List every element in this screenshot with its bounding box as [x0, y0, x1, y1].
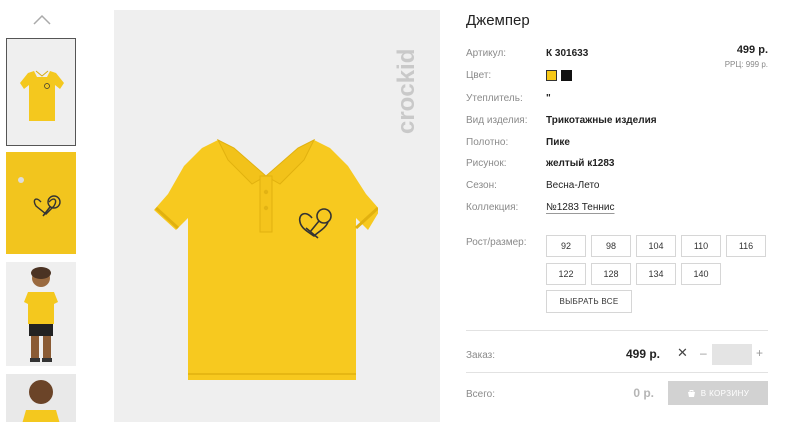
color-swatch-black[interactable]	[561, 70, 572, 81]
total-label: Всего:	[466, 389, 495, 400]
insulation-value: "	[546, 93, 551, 104]
pattern-label: Рисунок:	[466, 158, 507, 169]
pattern-value: желтый к1283	[546, 158, 615, 169]
svg-text:crockid: crockid	[393, 49, 420, 134]
model-back-thumbnail-image	[22, 380, 60, 422]
add-to-cart-label: В КОРЗИНУ	[700, 388, 750, 398]
cart-icon	[687, 389, 695, 397]
quantity-decrease-button[interactable]: –	[700, 346, 707, 360]
order-price: 499 р.	[625, 347, 660, 361]
color-swatch-yellow[interactable]	[546, 70, 557, 81]
fabric-label: Полотно:	[466, 137, 509, 148]
season-label: Сезон:	[466, 180, 497, 191]
size-label: Рост/размер:	[466, 237, 527, 248]
size-option-122[interactable]: 122	[546, 263, 586, 285]
collection-link[interactable]: №1283 Теннис	[546, 202, 615, 213]
crockid-logo: crockid	[393, 49, 420, 134]
yellow-polo-shirt-image	[154, 138, 378, 380]
thumbnail-front-view[interactable]	[6, 38, 76, 146]
select-all-sizes-button[interactable]: ВЫБРАТЬ ВСЕ	[546, 290, 632, 313]
remove-order-icon[interactable]: ✕	[677, 345, 688, 361]
thumbnails-up-button[interactable]	[32, 12, 52, 28]
size-option-92[interactable]: 92	[546, 235, 586, 257]
product-type-value: Трикотажные изделия	[546, 115, 657, 126]
quantity-input[interactable]	[712, 344, 752, 365]
season-value: Весна-Лето	[546, 180, 600, 191]
size-option-128[interactable]: 128	[591, 263, 631, 285]
chevron-up-icon	[33, 14, 51, 25]
product-title: Джемпер	[466, 12, 530, 29]
total-value: 0 р.	[633, 386, 654, 400]
logo-detail-thumbnail-image	[6, 152, 76, 254]
thumbnail-model-back[interactable]	[6, 374, 76, 422]
size-option-116[interactable]: 116	[726, 235, 766, 257]
recommended-retail-price: РРЦ: 999 р.	[724, 60, 768, 69]
model-thumbnail-image	[24, 267, 58, 362]
article-value: К 301633	[546, 48, 589, 59]
thumbnail-detail-view[interactable]	[6, 152, 76, 254]
collection-label: Коллекция:	[466, 202, 519, 213]
size-option-110[interactable]: 110	[681, 235, 721, 257]
color-label: Цвет:	[466, 70, 492, 81]
size-option-134[interactable]: 134	[636, 263, 676, 285]
product-price: 499 р.	[736, 44, 768, 56]
article-label: Артикул:	[466, 48, 507, 59]
size-option-104[interactable]: 104	[636, 235, 676, 257]
divider	[466, 330, 768, 331]
quantity-increase-button[interactable]: +	[756, 346, 763, 360]
order-label: Заказ:	[466, 350, 496, 361]
shirt-thumbnail-image	[20, 70, 64, 121]
size-option-140[interactable]: 140	[681, 263, 721, 285]
size-option-98[interactable]: 98	[591, 235, 631, 257]
fabric-value: Пике	[546, 137, 570, 148]
add-to-cart-button[interactable]: В КОРЗИНУ	[668, 381, 768, 405]
product-type-label: Вид изделия:	[466, 115, 528, 126]
divider	[466, 372, 768, 373]
insulation-label: Утеплитель:	[466, 93, 523, 104]
thumbnail-model-front[interactable]	[6, 262, 76, 366]
